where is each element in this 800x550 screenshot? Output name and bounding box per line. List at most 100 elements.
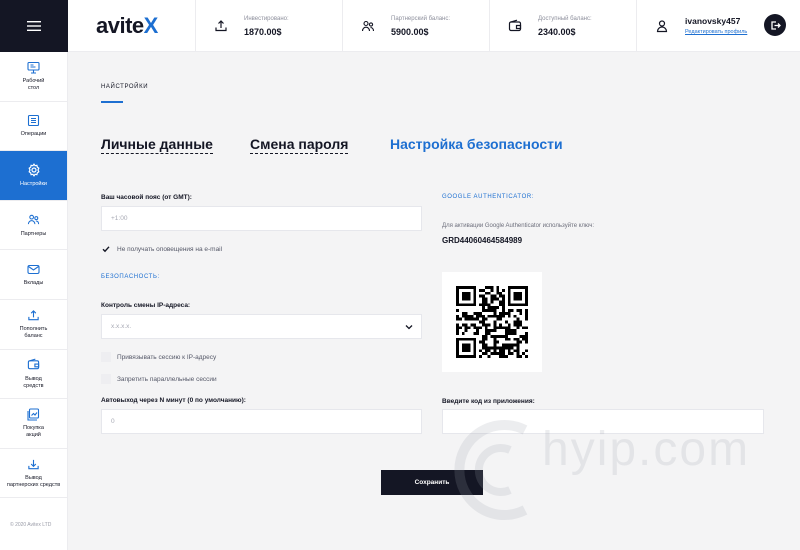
qr-module bbox=[499, 303, 503, 307]
qr-module bbox=[487, 355, 491, 358]
qr-module bbox=[479, 288, 482, 292]
qr-module bbox=[507, 337, 511, 341]
qr-module bbox=[510, 309, 514, 312]
qr-module bbox=[502, 352, 505, 356]
qr-module bbox=[510, 346, 514, 350]
ip-control-select[interactable]: x.x.x.x. bbox=[101, 314, 422, 339]
logout-button[interactable] bbox=[764, 14, 786, 36]
qr-module bbox=[504, 334, 508, 338]
qr-module bbox=[496, 286, 500, 289]
chart-doc-icon bbox=[27, 407, 41, 421]
qr-module bbox=[516, 317, 520, 321]
google-code-label: Введите код из приложения: bbox=[442, 398, 535, 405]
sidebar-item-withdraw-partner[interactable]: Вывод партнерских средств bbox=[0, 449, 67, 499]
qr-module bbox=[507, 352, 511, 356]
qr-module bbox=[510, 332, 514, 335]
qr-module bbox=[487, 303, 491, 307]
no-email-checkbox[interactable]: Не получать оповещения на e-mail bbox=[101, 244, 222, 254]
parallel-sessions-checkbox[interactable]: Запретить параллельные сессии bbox=[101, 374, 217, 384]
qr-module bbox=[507, 349, 511, 353]
qr-module bbox=[456, 286, 459, 307]
menu-button[interactable] bbox=[0, 0, 68, 52]
qr-module bbox=[456, 314, 459, 318]
sidebar-item-desktop[interactable]: Рабочий стол bbox=[0, 52, 67, 102]
qr-module bbox=[479, 320, 482, 324]
qr-module bbox=[476, 326, 480, 330]
qr-module bbox=[487, 306, 491, 310]
qr-module bbox=[522, 337, 526, 341]
qr-module bbox=[507, 303, 528, 307]
sidebar-item-operations[interactable]: Операции bbox=[0, 102, 67, 152]
qr-module bbox=[481, 337, 485, 341]
qr-module bbox=[496, 334, 500, 338]
qr-module bbox=[493, 320, 497, 324]
bind-session-checkbox[interactable]: Привязывать сессию к IP-адресу bbox=[101, 352, 216, 362]
qr-module bbox=[473, 317, 477, 321]
qr-module bbox=[502, 288, 505, 292]
qr-module bbox=[493, 323, 497, 327]
qr-module bbox=[464, 326, 468, 330]
checkbox-label: Запретить параллельные сессии bbox=[117, 375, 217, 383]
save-button[interactable]: Сохранить bbox=[381, 470, 483, 495]
qr-module bbox=[481, 309, 485, 312]
qr-code-image bbox=[456, 286, 528, 358]
qr-module bbox=[473, 323, 477, 327]
user-panel: ivanovsky457 Редактировать профиль bbox=[637, 0, 800, 51]
mail-icon bbox=[27, 262, 41, 276]
stat-value: 2340.00$ bbox=[538, 26, 576, 37]
sidebar-item-label: Рабочий стол bbox=[22, 78, 45, 92]
qr-module bbox=[525, 332, 528, 335]
qr-module bbox=[479, 314, 482, 318]
qr-module bbox=[522, 352, 526, 356]
qr-module bbox=[525, 309, 528, 312]
sidebar-item-settings[interactable]: Настройки bbox=[0, 151, 67, 201]
qr-module bbox=[502, 326, 505, 330]
hamburger-icon bbox=[27, 21, 41, 31]
edit-profile-link[interactable]: Редактировать профиль bbox=[685, 29, 747, 35]
copyright: © 2020 Avitex LTD bbox=[10, 522, 52, 528]
qr-module bbox=[525, 337, 528, 341]
checkbox-box bbox=[101, 374, 111, 384]
qr-module bbox=[493, 294, 497, 298]
sidebar-item-top-up[interactable]: Пополнить баланс bbox=[0, 300, 67, 350]
qr-module bbox=[456, 337, 477, 341]
tab-security-settings[interactable]: Настройка безопасности bbox=[390, 136, 563, 152]
qr-module bbox=[496, 297, 500, 301]
google-code-input[interactable] bbox=[442, 409, 764, 434]
sidebar-item-label: Вклады bbox=[23, 280, 44, 287]
qr-module bbox=[507, 332, 511, 335]
sidebar-item-label: Пополнить баланс bbox=[19, 326, 48, 340]
qr-module bbox=[516, 340, 520, 344]
qr-module bbox=[519, 334, 523, 338]
qr-module bbox=[481, 314, 485, 318]
qr-module bbox=[525, 334, 528, 338]
qr-module bbox=[484, 337, 488, 341]
qr-module bbox=[502, 306, 505, 310]
tab-personal-data[interactable]: Личные данные bbox=[101, 136, 213, 154]
qr-module bbox=[513, 349, 517, 353]
sidebar-item-withdraw[interactable]: Вывод средств bbox=[0, 350, 67, 400]
sidebar-item-deposits[interactable]: Вклады bbox=[0, 250, 67, 300]
qr-module bbox=[499, 323, 503, 327]
tab-change-password[interactable]: Смена пароля bbox=[250, 136, 349, 154]
qr-module bbox=[484, 346, 488, 350]
stat-partner-balance: Партнерский баланс: 5900.00$ bbox=[343, 0, 490, 52]
sidebar-item-buy-shares[interactable]: Покупка акций bbox=[0, 399, 67, 449]
qr-module bbox=[464, 314, 468, 318]
qr-module bbox=[484, 329, 488, 333]
sidebar-item-partners[interactable]: Партнеры bbox=[0, 201, 67, 251]
qr-module bbox=[456, 309, 459, 312]
checkbox-box bbox=[101, 244, 111, 254]
qr-module bbox=[502, 343, 505, 347]
logo[interactable]: avite X bbox=[68, 0, 196, 52]
stat-label: Доступный баланс: bbox=[538, 15, 592, 22]
qr-module bbox=[481, 294, 485, 298]
sidebar-item-label: Покупка акций bbox=[23, 425, 44, 439]
qr-module bbox=[487, 332, 491, 335]
timezone-input[interactable] bbox=[101, 206, 422, 231]
qr-module bbox=[516, 326, 520, 330]
qr-module bbox=[490, 329, 494, 333]
autologout-input[interactable] bbox=[101, 409, 422, 434]
qr-module bbox=[513, 329, 517, 333]
qr-module bbox=[479, 294, 482, 298]
